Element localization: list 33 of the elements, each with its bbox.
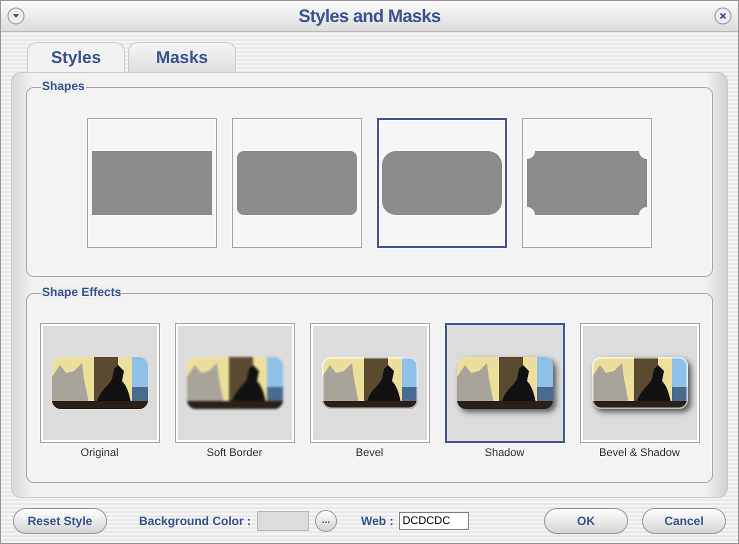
ok-button[interactable]: OK <box>544 508 628 534</box>
reset-style-button[interactable]: Reset Style <box>13 508 107 534</box>
group-title: Shape Effects <box>41 285 122 299</box>
effect-option[interactable] <box>444 323 564 443</box>
shape-preview-icon <box>382 151 502 215</box>
shape-option[interactable] <box>377 118 507 248</box>
shape-option[interactable] <box>87 118 217 248</box>
close-icon[interactable] <box>714 7 732 25</box>
menu-icon[interactable] <box>7 7 25 25</box>
effect-option[interactable] <box>174 323 294 443</box>
web-label: Web : <box>361 514 394 528</box>
shape-option[interactable] <box>522 118 652 248</box>
browse-button[interactable]: ... <box>315 510 338 532</box>
effect-label: Soft Border <box>206 447 262 459</box>
tab[interactable]: Masks <box>128 42 236 72</box>
shape-preview-icon <box>237 151 357 215</box>
effect-label: Bevel & Shadow <box>599 447 680 459</box>
effect-option[interactable] <box>580 323 700 443</box>
effect-option[interactable] <box>310 323 430 443</box>
shape-preview-icon <box>527 151 647 215</box>
shape-preview-icon <box>92 151 212 215</box>
effect-label: Bevel <box>356 447 384 459</box>
effect-label: Original <box>80 447 118 459</box>
group-title: Shapes <box>41 79 86 93</box>
effect-label: Shadow <box>484 447 524 459</box>
window-title: Styles and Masks <box>298 6 441 26</box>
web-color-field[interactable]: DCDCDC <box>399 512 470 530</box>
background-color-label: Background Color : <box>139 514 252 528</box>
tab[interactable]: Styles <box>27 42 125 72</box>
cancel-button[interactable]: Cancel <box>642 508 726 534</box>
shape-option[interactable] <box>232 118 362 248</box>
effect-option[interactable] <box>40 323 160 443</box>
color-swatch[interactable] <box>257 510 310 530</box>
